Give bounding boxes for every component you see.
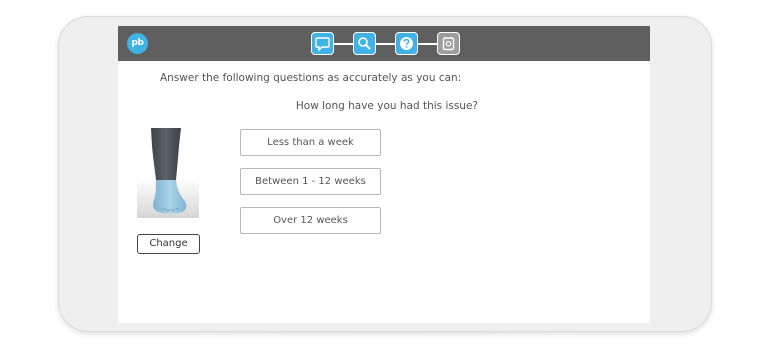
option-over-12-weeks[interactable]: Over 12 weeks (240, 207, 381, 234)
foot-image (137, 128, 199, 218)
clipboard-icon (442, 37, 455, 51)
option-less-than-a-week[interactable]: Less than a week (240, 129, 381, 156)
step-questions[interactable] (395, 32, 418, 55)
intro-text: Answer the following questions as accura… (160, 72, 462, 84)
top-bar: pb (118, 26, 650, 61)
option-between-1-12-weeks[interactable]: Between 1 - 12 weeks (240, 168, 381, 195)
app-logo[interactable]: pb (127, 33, 148, 54)
step-connector (334, 43, 353, 45)
step-results[interactable] (437, 32, 460, 55)
change-button[interactable]: Change (137, 234, 200, 254)
question-mark-icon (400, 37, 413, 50)
magnifier-icon (358, 37, 371, 50)
step-connector (376, 43, 395, 45)
step-connector (418, 43, 437, 45)
app-screen: pb Answer the following questions as acc… (118, 26, 650, 323)
step-symptoms[interactable] (311, 32, 334, 55)
speech-bubble-icon (315, 37, 330, 52)
step-search[interactable] (353, 32, 376, 55)
question-text: How long have you had this issue? (295, 100, 478, 112)
